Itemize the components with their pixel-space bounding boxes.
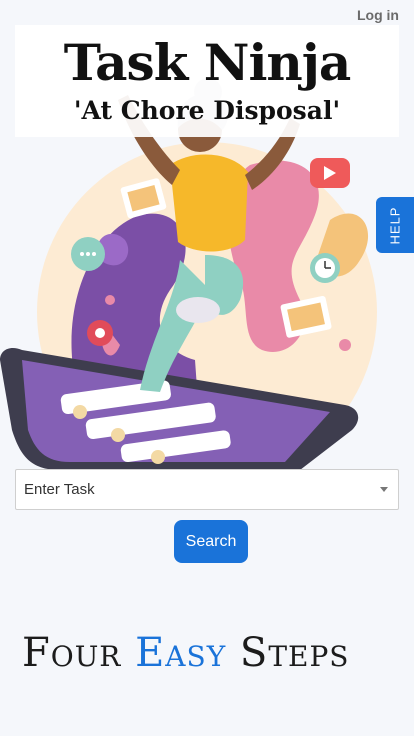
search-button[interactable]: Search xyxy=(174,520,248,563)
site-subtitle: 'At Chore Disposal' xyxy=(73,96,341,125)
chevron-down-icon xyxy=(380,487,388,492)
steps-word-four: Four xyxy=(22,630,122,676)
site-title: Task Ninja xyxy=(63,33,352,92)
steps-heading: Four Easy Steps xyxy=(22,630,349,676)
help-tab-label: HELP xyxy=(387,206,403,244)
steps-word-easy: Easy xyxy=(135,630,227,676)
hero-title-box: Task Ninja 'At Chore Disposal' xyxy=(15,25,399,137)
help-tab-button[interactable]: HELP xyxy=(376,197,414,253)
task-select[interactable]: Enter Task xyxy=(15,469,399,510)
steps-word-steps: Steps xyxy=(239,630,350,676)
task-select-value: Enter Task xyxy=(24,481,95,498)
